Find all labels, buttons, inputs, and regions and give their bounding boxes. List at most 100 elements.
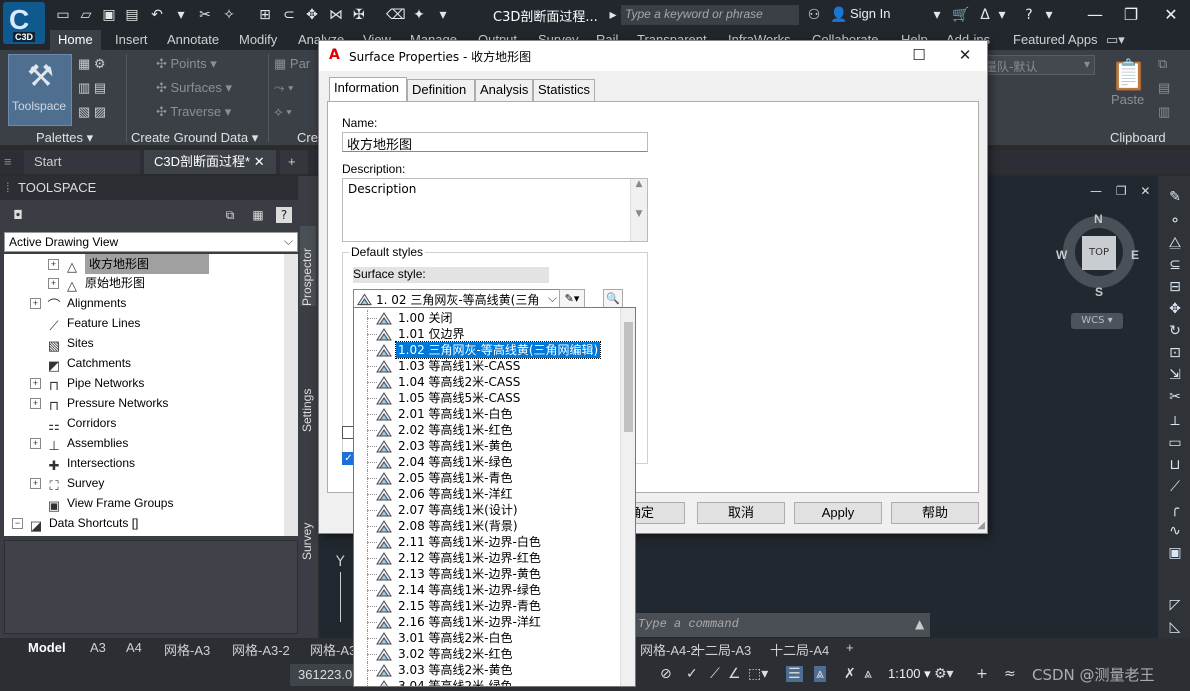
- break-icon[interactable]: ▭: [1166, 434, 1184, 452]
- dropdown-icon[interactable]: ▾: [172, 6, 190, 24]
- tree-item-assemblies[interactable]: + ⊥ Assemblies: [30, 433, 128, 453]
- tree-item-surface[interactable]: + △ 原始地形图: [48, 273, 145, 293]
- properties-icon[interactable]: ▦ ⚙: [78, 56, 106, 72]
- move-icon[interactable]: ✥: [1166, 300, 1184, 318]
- paste-label[interactable]: Paste: [1111, 92, 1144, 107]
- table-icon[interactable]: ▧ ▨: [78, 104, 106, 120]
- tree-item-pressure-networks[interactable]: + ⊓ Pressure Networks: [30, 393, 168, 413]
- snap-icon[interactable]: ⊘: [660, 666, 672, 682]
- ribbon-tab-modify[interactable]: Modify: [239, 32, 277, 47]
- tree-item-view-frame-groups[interactable]: ▣ View Frame Groups: [45, 493, 174, 513]
- dialog-titlebar[interactable]: A Surface Properties - 收方地形图 ☐ ✕: [319, 41, 987, 71]
- undo-icon[interactable]: ↶: [148, 6, 166, 24]
- join-icon[interactable]: ⊔: [1166, 456, 1184, 474]
- surface-style-option[interactable]: 1.01 仅边界: [354, 326, 622, 342]
- new-tab-button[interactable]: +: [280, 150, 308, 174]
- compass-west[interactable]: W: [1056, 248, 1067, 262]
- surface-style-option[interactable]: 2.01 等高线1米-白色: [354, 406, 622, 422]
- scale-icon[interactable]: ⊡: [1166, 344, 1184, 362]
- tab-layout[interactable]: A4: [126, 640, 142, 655]
- surface-style-option[interactable]: 2.13 等高线1米-边界-黄色: [354, 566, 622, 582]
- group-icon[interactable]: ⊞: [256, 6, 274, 24]
- plot-icon[interactable]: ✦: [410, 6, 428, 24]
- otrack-icon[interactable]: ⬚▾: [748, 666, 768, 682]
- chamfer-icon[interactable]: ⟋: [1166, 478, 1184, 496]
- cut-icon[interactable]: ▥: [1158, 104, 1170, 120]
- item-view-icon[interactable]: ⧉: [222, 207, 238, 223]
- fillet-icon[interactable]: ╭: [1166, 500, 1184, 518]
- tab-menu-icon[interactable]: ≡: [4, 150, 20, 174]
- tree-item-data-shortcuts[interactable]: − ◪ Data Shortcuts []: [12, 513, 138, 533]
- quick-select-icon[interactable]: ✧: [220, 6, 238, 24]
- surface-style-option[interactable]: 2.14 等高线1米-边界-绿色: [354, 582, 622, 598]
- save-as-icon[interactable]: ▤: [123, 6, 141, 24]
- tab-settings[interactable]: Settings: [300, 372, 316, 432]
- drawing-icon[interactable]: ◘: [10, 207, 26, 223]
- tab-layout[interactable]: 网格-A3: [310, 640, 356, 659]
- help-dropdown-icon[interactable]: ▾: [1040, 6, 1058, 24]
- close-icon[interactable]: ✕: [1160, 4, 1182, 26]
- app-menu-button[interactable]: C C3D: [3, 2, 45, 44]
- tab-model[interactable]: Model: [28, 640, 66, 655]
- tree-item-feature-lines[interactable]: ⟋ Feature Lines: [45, 313, 140, 333]
- parcel-button[interactable]: ▦ Par: [274, 56, 310, 72]
- viewport-close-icon[interactable]: ✕: [1140, 184, 1150, 198]
- tab-definition[interactable]: Definition: [407, 79, 475, 101]
- list-view-icon[interactable]: ▦: [250, 207, 266, 223]
- blend-icon[interactable]: ∿: [1166, 522, 1184, 540]
- match-icon[interactable]: ◺: [1166, 618, 1184, 636]
- description-field[interactable]: Description ▲ ▼: [342, 178, 648, 242]
- a360-dropdown-icon[interactable]: ▾: [993, 6, 1011, 24]
- create-ground-data-panel-label[interactable]: Create Ground Data ▾: [131, 130, 258, 146]
- tab-layout[interactable]: 网格-A3: [164, 640, 210, 659]
- tree-scrollbar[interactable]: [284, 254, 298, 536]
- trim-icon[interactable]: ✂: [1166, 388, 1184, 406]
- surface-style-option[interactable]: 2.02 等高线1米-红色: [354, 422, 622, 438]
- surface-style-option[interactable]: 2.16 等高线1米-边界-洋红: [354, 614, 622, 630]
- ribbon-options-icon[interactable]: ▭▾: [1106, 32, 1125, 48]
- save-icon[interactable]: ▣: [100, 6, 118, 24]
- surface-style-select[interactable]: 1. 02 三角网灰-等高线黄(三角 ⌵: [353, 289, 561, 309]
- viewcube-top-face[interactable]: TOP: [1082, 236, 1116, 270]
- create-design-panel-label[interactable]: Cre: [297, 130, 318, 145]
- command-history-icon[interactable]: ▲: [915, 617, 924, 631]
- feature-line-icon[interactable]: ⤳ ▾: [274, 80, 293, 96]
- copy-icon[interactable]: ⧉: [1158, 56, 1167, 72]
- rotate-icon[interactable]: ↻: [1166, 322, 1184, 340]
- layer-style-select[interactable]: 量队-默认 ▾: [980, 55, 1095, 75]
- tab-analysis[interactable]: Analysis: [475, 79, 533, 101]
- lineweight-icon[interactable]: ☰: [786, 666, 803, 682]
- binoculars-icon[interactable]: ⚇: [805, 6, 823, 24]
- erase-icon[interactable]: ⌫: [386, 6, 406, 24]
- units-icon[interactable]: ≈: [1004, 666, 1016, 682]
- signin-dropdown-icon[interactable]: ▾: [928, 6, 946, 24]
- copy-clip-icon[interactable]: ▤: [1158, 80, 1170, 96]
- viewport-minimize-icon[interactable]: —: [1090, 184, 1102, 198]
- compass-south[interactable]: S: [1095, 285, 1103, 299]
- surface-style-option[interactable]: 2.04 等高线1米-绿色: [354, 454, 622, 470]
- tab-layout[interactable]: 十二局-A3: [692, 640, 751, 659]
- open-icon[interactable]: ▱: [77, 6, 95, 24]
- points-button[interactable]: ✣ Points ▾: [156, 56, 217, 72]
- surface-style-option[interactable]: 1.04 等高线2米-CASS: [354, 374, 622, 390]
- auto-scale-icon[interactable]: ⩓: [864, 666, 872, 682]
- add-layout-button[interactable]: +: [846, 640, 854, 655]
- tab-layout[interactable]: 十二局-A4: [770, 640, 829, 659]
- tab-layout[interactable]: 网格-A3-2: [232, 640, 290, 659]
- extend-icon[interactable]: ✠: [350, 6, 368, 24]
- add-icon[interactable]: +: [976, 666, 988, 682]
- tab-layout[interactable]: A3: [90, 640, 106, 655]
- tab-current-drawing[interactable]: C3D剖断面过程* ✕: [144, 150, 276, 174]
- surface-style-option[interactable]: 3.01 等高线2米-白色: [354, 630, 622, 646]
- dropdown-scrollbar[interactable]: [620, 308, 635, 686]
- surface-style-option[interactable]: 2.07 等高线1米(设计): [354, 502, 622, 518]
- tab-information[interactable]: Information: [329, 77, 407, 101]
- description-scrollbar[interactable]: ▲ ▼: [630, 179, 647, 241]
- arc-icon[interactable]: ⊂: [280, 6, 298, 24]
- preview-style-button[interactable]: 🔍: [603, 289, 623, 309]
- surfaces-button[interactable]: ✣ Surfaces ▾: [156, 80, 232, 96]
- traverse-button[interactable]: ✣ Traverse ▾: [156, 104, 231, 120]
- close-tab-icon[interactable]: ✕: [254, 154, 265, 169]
- tree-item-surface[interactable]: + △ 收方地形图: [48, 254, 210, 274]
- apply-button[interactable]: Apply: [794, 502, 882, 524]
